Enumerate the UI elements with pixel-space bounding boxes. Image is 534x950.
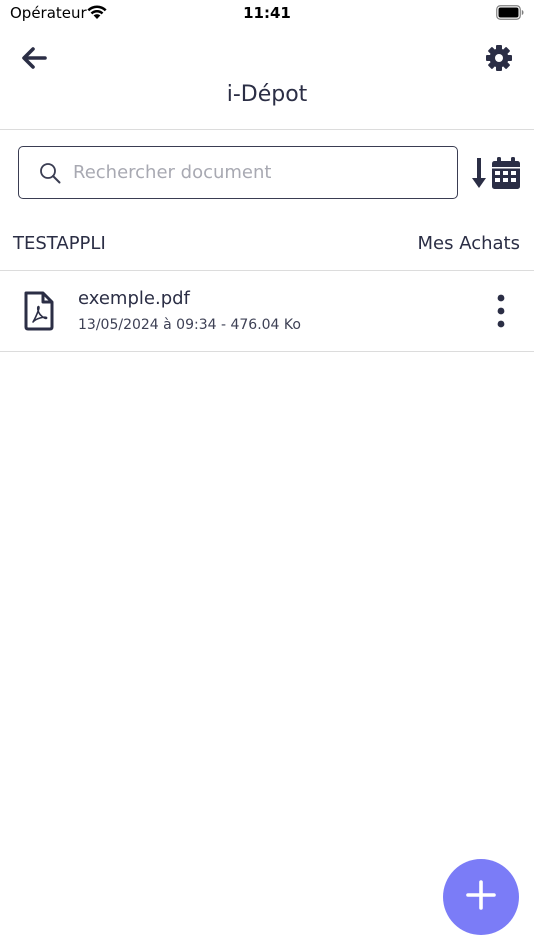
search-icon bbox=[39, 162, 61, 184]
pdf-file-icon bbox=[22, 291, 56, 331]
row-divider bbox=[0, 351, 534, 352]
more-vertical-icon bbox=[488, 294, 514, 333]
back-button[interactable] bbox=[18, 44, 50, 76]
clock: 11:41 bbox=[243, 4, 291, 22]
status-bar: Opérateur 11:41 bbox=[0, 0, 534, 30]
search-input[interactable] bbox=[73, 147, 443, 197]
settings-button[interactable] bbox=[484, 45, 514, 75]
plus-icon bbox=[465, 879, 497, 915]
document-name: exemple.pdf bbox=[78, 288, 190, 309]
add-document-button[interactable] bbox=[443, 859, 519, 935]
sort-by-date-button[interactable] bbox=[472, 156, 522, 192]
arrow-left-icon bbox=[20, 46, 48, 74]
section-label: TESTAPPLI bbox=[13, 233, 106, 254]
search-box[interactable] bbox=[18, 146, 458, 199]
document-row[interactable]: exemple.pdf 13/05/2024 à 09:34 - 476.04 … bbox=[0, 271, 534, 351]
battery-icon bbox=[496, 5, 524, 20]
header-divider bbox=[0, 129, 534, 130]
page-title: i-Dépot bbox=[226, 82, 308, 107]
gear-icon bbox=[485, 44, 513, 76]
document-menu-button[interactable] bbox=[488, 293, 514, 329]
mes-achats-link[interactable]: Mes Achats bbox=[418, 233, 520, 254]
document-meta: 13/05/2024 à 09:34 - 476.04 Ko bbox=[78, 317, 301, 333]
sort-by-date-icon bbox=[472, 157, 522, 196]
